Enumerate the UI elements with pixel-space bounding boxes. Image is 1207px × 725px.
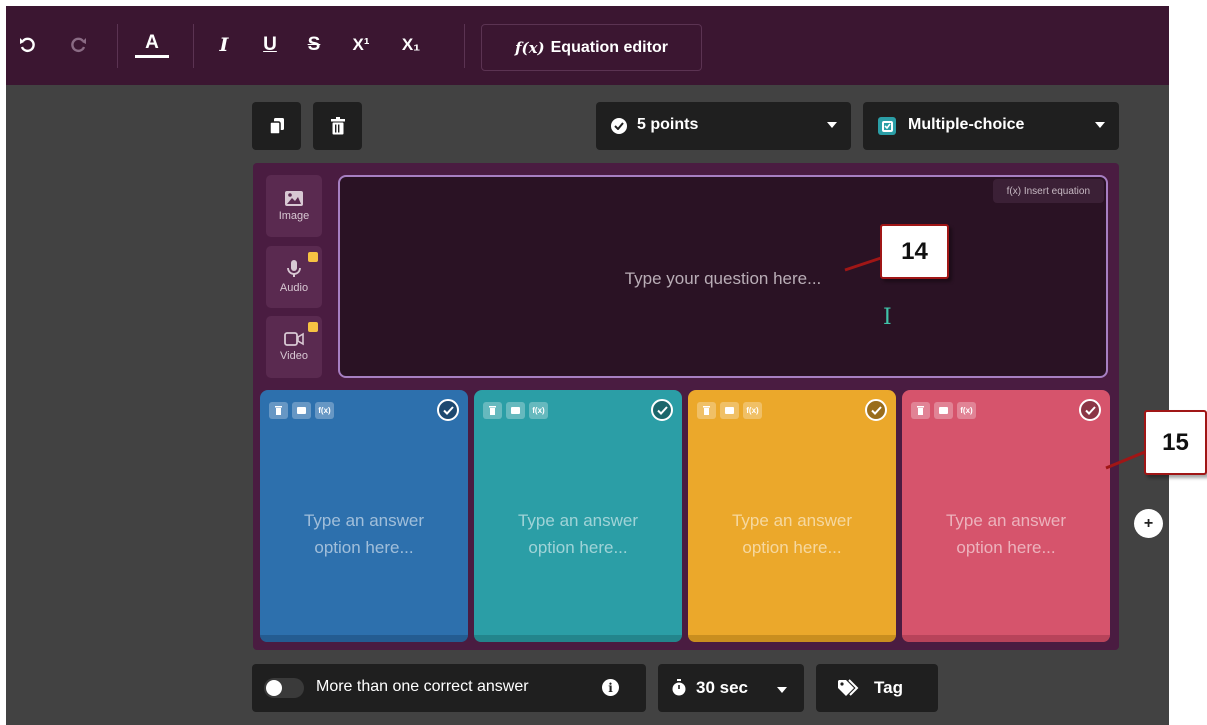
callout-pointer-lines bbox=[844, 256, 1146, 470]
annotation-callout-answers: 15 bbox=[1144, 410, 1207, 475]
callout-number: 14 bbox=[901, 237, 928, 265]
callout-number: 15 bbox=[1162, 428, 1189, 456]
annotation-callout-question: 14 bbox=[880, 224, 949, 279]
